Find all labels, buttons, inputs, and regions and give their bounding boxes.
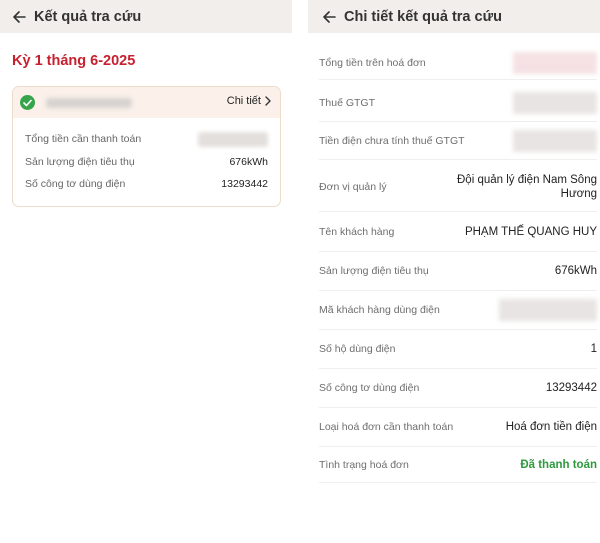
row-label: Tình trạng hoá đơn	[319, 458, 409, 471]
back-arrow-icon[interactable]	[322, 10, 336, 24]
total-amount-redacted	[198, 131, 268, 147]
row-value: PHẠM THẾ QUANG HUY	[464, 225, 597, 238]
row-label: Loại hoá đơn cần thanh toán	[319, 421, 454, 433]
card-row-total: Tổng tiền cần thanh toán	[25, 131, 268, 147]
row-label: Số công tơ dùng điện	[319, 382, 420, 394]
page-title: Chi tiết kết quả tra cứu	[344, 8, 502, 25]
row-value: Hoá đơn tiền điện	[505, 421, 597, 433]
row-label: Mã khách hàng dùng điện	[319, 304, 440, 316]
chevron-right-icon	[265, 96, 271, 106]
billing-period-title: Kỳ 1 tháng 6-2025	[12, 53, 136, 69]
detail-link-label: Chi tiết	[226, 95, 261, 107]
detail-row-customer-name: Tên khách hàng PHẠM THẾ QUANG HUY	[319, 212, 597, 252]
header-bar: Kết quả tra cứu	[0, 0, 292, 33]
row-label: Tiền điện chưa tính thuế GTGT	[319, 134, 465, 147]
row-label: Tổng tiền trên hoá đơn	[319, 56, 426, 69]
row-label: Số hộ dùng điện	[319, 343, 396, 355]
detail-link[interactable]: Chi tiết	[227, 95, 271, 107]
result-detail-screen: Chi tiết kết quả tra cứu Tổng tiền trên …	[308, 0, 600, 543]
row-value: 676kWh	[554, 265, 597, 277]
detail-row-invoice-total: Tổng tiền trên hoá đơn	[319, 46, 597, 80]
bill-summary-card[interactable]: Chi tiết Tổng tiền cần thanh toán Sản lư…	[12, 86, 281, 207]
status-badge: Đã thanh toán	[520, 458, 597, 471]
back-arrow-icon[interactable]	[12, 10, 26, 24]
detail-row-meter: Số công tơ dùng điện 13293442	[319, 369, 597, 408]
detail-row-households: Số hộ dùng điện 1	[319, 330, 597, 369]
detail-row-invoice-status: Tình trạng hoá đơn Đã thanh toán	[319, 447, 597, 483]
row-label: Đơn vị quản lý	[319, 180, 387, 193]
search-results-screen: Kết quả tra cứu Kỳ 1 tháng 6-2025 Chi ti…	[0, 0, 292, 543]
row-label: Tên khách hàng	[319, 225, 395, 238]
detail-row-invoice-type: Loại hoá đơn cần thanh toán Hoá đơn tiền…	[319, 408, 597, 447]
customer-code-redacted	[46, 97, 132, 108]
detail-row-management-unit: Đơn vị quản lý Đội quản lý điện Nam Sông…	[319, 162, 597, 212]
detail-row-customer-code: Mã khách hàng dùng điện	[319, 291, 597, 330]
card-row-meter: Số công tơ dùng điện 13293442	[25, 176, 268, 192]
row-value: 676kWh	[229, 156, 268, 168]
row-label: Thuế GTGT	[319, 96, 376, 109]
detail-row-consumption: Sản lượng điện tiêu thụ 676kWh	[319, 252, 597, 291]
pre-tax-amount-redacted	[513, 129, 597, 152]
card-header: Chi tiết	[13, 87, 280, 118]
header-bar: Chi tiết kết quả tra cứu	[308, 0, 600, 33]
check-circle-icon	[20, 95, 35, 110]
customer-code-redacted	[499, 299, 597, 321]
page-title: Kết quả tra cứu	[34, 8, 142, 25]
row-value: Đội quản lý điện Nam Sông Hương	[457, 173, 597, 200]
invoice-total-redacted	[513, 51, 597, 74]
row-label: Tổng tiền cần thanh toán	[25, 133, 142, 145]
row-value: 1	[590, 343, 597, 355]
card-row-consumption: Sản lượng điện tiêu thụ 676kWh	[25, 154, 268, 170]
row-label: Số công tơ dùng điện	[25, 178, 126, 190]
vat-redacted	[513, 91, 597, 114]
row-value: 13293442	[221, 178, 268, 190]
detail-row-vat: Thuế GTGT	[319, 84, 597, 122]
row-value: 13293442	[545, 382, 597, 394]
detail-row-pre-tax: Tiền điện chưa tính thuế GTGT	[319, 122, 597, 160]
row-label: Sản lượng điện tiêu thụ	[25, 156, 135, 168]
row-label: Sản lượng điện tiêu thụ	[319, 265, 429, 277]
